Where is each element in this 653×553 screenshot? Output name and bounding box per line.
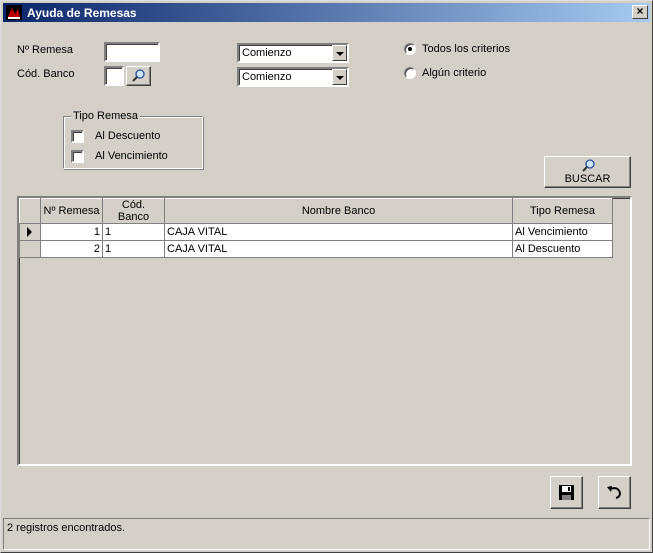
grid-corner bbox=[19, 198, 41, 224]
row-pointer-icon bbox=[27, 227, 32, 237]
banco-match-combo[interactable]: Comienzo bbox=[237, 67, 349, 87]
column-header-banco[interactable]: Cód. Banco bbox=[102, 198, 165, 224]
check-al-descuento[interactable] bbox=[71, 130, 84, 143]
cell-nombre[interactable]: CAJA VITAL bbox=[164, 223, 513, 241]
remesa-label: Nº Remesa bbox=[17, 44, 73, 56]
cell-banco[interactable]: 1 bbox=[102, 240, 165, 258]
radio-algun-criterio[interactable] bbox=[404, 67, 416, 79]
remesa-match-combo[interactable]: Comienzo bbox=[237, 43, 349, 63]
status-text: 2 registros encontrados. bbox=[7, 522, 126, 534]
undo-button[interactable] bbox=[598, 476, 631, 509]
column-header-nombre[interactable]: Nombre Banco bbox=[164, 198, 513, 224]
banco-lookup-button[interactable] bbox=[126, 66, 151, 86]
close-button[interactable]: × bbox=[632, 5, 648, 19]
banco-input[interactable] bbox=[104, 66, 124, 86]
undo-arrow-icon bbox=[607, 486, 622, 499]
app-icon bbox=[6, 5, 22, 20]
cell-banco[interactable]: 1 bbox=[102, 223, 165, 241]
check-al-vencimiento[interactable] bbox=[71, 150, 84, 163]
remesas-help-window: Ayuda de Remesas × Nº Remesa Cód. Banco … bbox=[0, 0, 653, 553]
magnifier-icon bbox=[582, 159, 595, 172]
row-indicator[interactable] bbox=[19, 223, 41, 241]
cell-nombre[interactable]: CAJA VITAL bbox=[164, 240, 513, 258]
buscar-label: BUSCAR bbox=[564, 173, 611, 185]
radio-todos-label[interactable]: Todos los criterios bbox=[422, 43, 510, 55]
tipo-remesa-legend: Tipo Remesa bbox=[71, 110, 141, 122]
buscar-button[interactable]: BUSCAR bbox=[544, 156, 631, 188]
remesa-match-value: Comienzo bbox=[242, 47, 292, 59]
radio-todos-criterios[interactable] bbox=[404, 43, 416, 55]
row-indicator[interactable] bbox=[19, 240, 41, 258]
status-bar: 2 registros encontrados. bbox=[3, 518, 650, 550]
banco-label: Cód. Banco bbox=[17, 68, 75, 80]
remesa-input[interactable] bbox=[104, 42, 160, 62]
table-row[interactable]: 1 1 CAJA VITAL Al Vencimiento bbox=[19, 223, 613, 241]
check-al-vencimiento-label[interactable]: Al Vencimiento bbox=[95, 150, 168, 162]
radio-algun-label[interactable]: Algún criterio bbox=[422, 67, 486, 79]
save-button[interactable] bbox=[550, 476, 583, 509]
cell-tipo[interactable]: Al Vencimiento bbox=[512, 223, 613, 241]
chevron-down-icon[interactable] bbox=[332, 45, 347, 61]
cell-tipo[interactable]: Al Descuento bbox=[512, 240, 613, 258]
banco-match-value: Comienzo bbox=[242, 71, 292, 83]
check-al-descuento-label[interactable]: Al Descuento bbox=[95, 130, 160, 142]
cell-remesa[interactable]: 1 bbox=[40, 223, 103, 241]
window-title: Ayuda de Remesas bbox=[27, 6, 137, 20]
cell-remesa[interactable]: 2 bbox=[40, 240, 103, 258]
close-icon: × bbox=[636, 4, 644, 18]
results-grid[interactable]: Nº Remesa Cód. Banco Nombre Banco Tipo R… bbox=[17, 196, 632, 466]
title-bar[interactable]: Ayuda de Remesas × bbox=[3, 3, 650, 22]
magnifier-icon bbox=[132, 69, 145, 82]
chevron-down-icon[interactable] bbox=[332, 69, 347, 85]
table-row[interactable]: 2 1 CAJA VITAL Al Descuento bbox=[19, 240, 613, 258]
column-header-remesa[interactable]: Nº Remesa bbox=[40, 198, 103, 224]
column-header-tipo[interactable]: Tipo Remesa bbox=[512, 198, 613, 224]
floppy-disk-icon bbox=[559, 485, 574, 500]
